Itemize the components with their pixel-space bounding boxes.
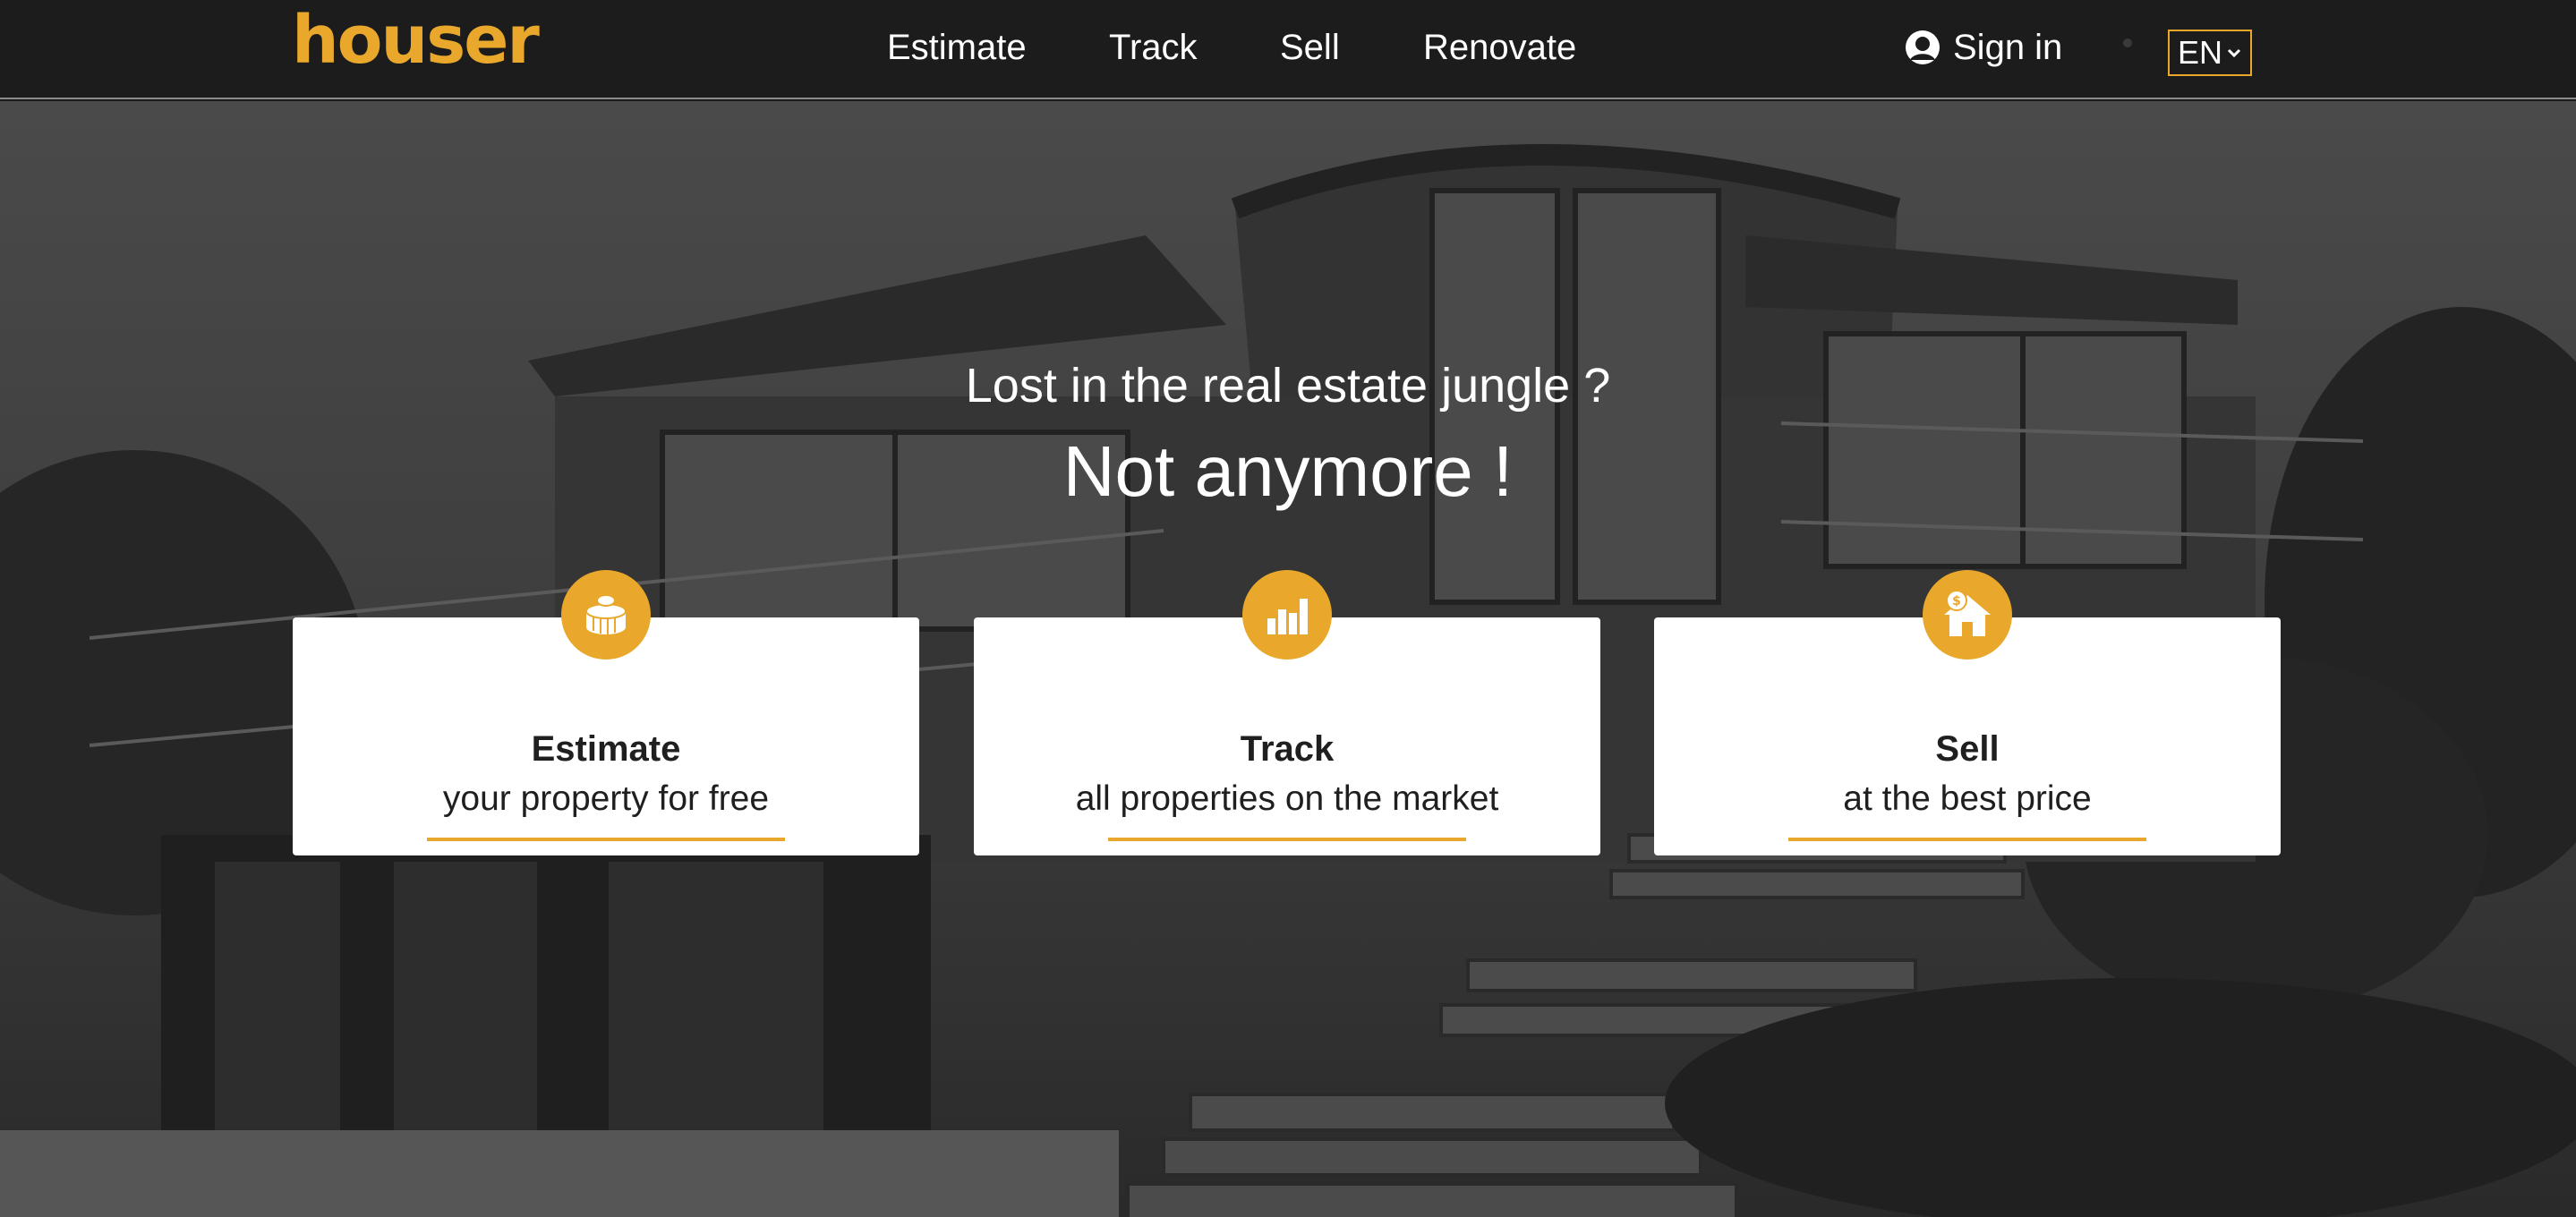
card-title: Track (1240, 729, 1335, 769)
card-title: Sell (1935, 729, 2000, 769)
separator-dot (2123, 38, 2132, 47)
nav-link-estimate[interactable]: Estimate (887, 25, 1027, 70)
svg-text:$: $ (1952, 594, 1961, 608)
card-badge (561, 570, 651, 660)
houser-logo[interactable]: houser (292, 7, 540, 73)
coins-icon (585, 594, 627, 634)
nav-link-sell[interactable]: Sell (1280, 25, 1340, 70)
card-subtitle: your property for free (442, 779, 770, 818)
hero-subheadline: Not anymore ! (1062, 431, 1514, 511)
navbar: houser Estimate Track Sell Renovate Sign… (0, 0, 2576, 99)
track-card[interactable]: Track all properties on the market (974, 570, 1600, 855)
nav-link-renovate[interactable]: Renovate (1423, 25, 1576, 70)
card-underline (1108, 838, 1466, 841)
language-select[interactable]: EN (2168, 30, 2252, 76)
hero-headline: Lost in the real estate jungle ? (965, 359, 1611, 413)
card-title: Estimate (531, 729, 681, 769)
chevron-down-icon (2227, 48, 2241, 58)
user-icon (1906, 30, 1940, 64)
bar-chart-icon (1267, 599, 1308, 634)
sell-card[interactable]: $ Sell at the best price (1654, 570, 2281, 855)
card-subtitle: all properties on the market (1075, 779, 1499, 818)
sign-in-label: Sign in (1953, 28, 2063, 67)
sign-in-button[interactable]: Sign in (1905, 25, 2062, 70)
hero-section: Lost in the real estate jungle ? Not any… (0, 101, 2576, 1217)
language-code: EN (2177, 34, 2222, 71)
card-badge (1242, 570, 1332, 660)
card-underline (427, 838, 785, 841)
nav-link-track[interactable]: Track (1109, 25, 1198, 70)
estimate-card[interactable]: Estimate your property for free (293, 570, 919, 855)
card-badge: $ (1923, 570, 2012, 660)
card-subtitle: at the best price (1843, 779, 2092, 818)
card-underline (1788, 838, 2146, 841)
house-dollar-icon: $ (1944, 590, 1991, 636)
